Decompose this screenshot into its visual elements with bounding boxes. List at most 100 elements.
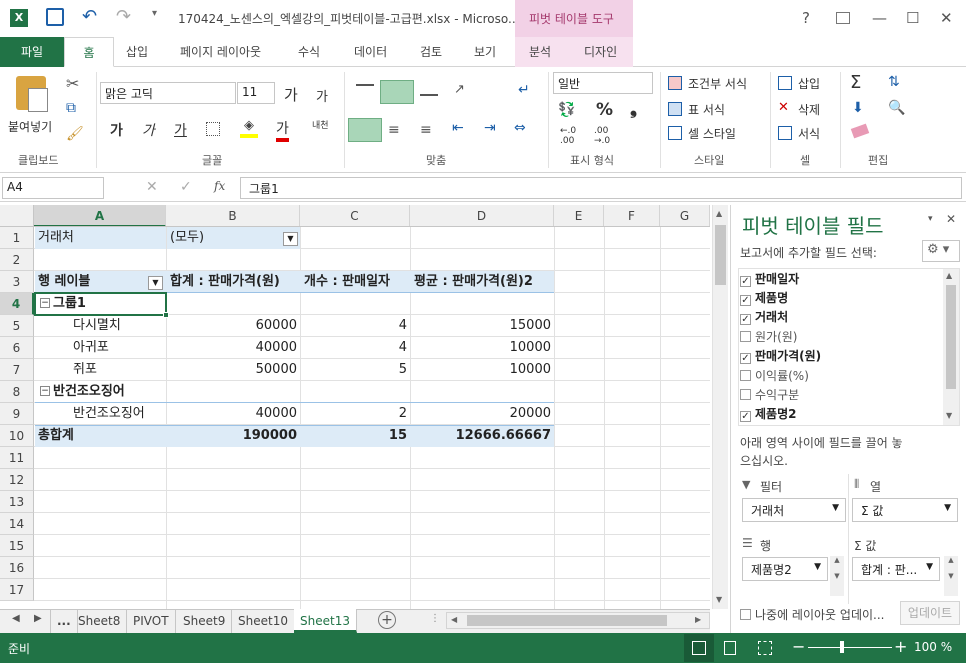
field-item[interactable]: ✓ 판매가격(원) — [740, 347, 821, 366]
vertical-scrollbar[interactable]: ▲ ▼ — [712, 205, 728, 609]
tab-view[interactable]: 보기 — [462, 37, 508, 67]
row-header[interactable]: 8 — [0, 381, 34, 403]
pivot-avg-value[interactable]: 20000 — [411, 403, 554, 425]
comma-style-button[interactable]: ❟ — [630, 98, 637, 119]
dropdown-icon[interactable]: ▼ — [814, 562, 821, 572]
pivot-total-sum[interactable]: 190000 — [167, 425, 300, 447]
collapse-group2-button[interactable]: − — [40, 386, 50, 396]
pane-settings-button[interactable]: ⚙ ▾ — [922, 240, 960, 262]
insert-function-button[interactable]: fx — [214, 179, 225, 193]
pivot-count-value[interactable]: 4 — [301, 315, 410, 337]
column-header-f[interactable]: F — [604, 205, 660, 227]
bold-button[interactable]: 가 — [110, 120, 123, 140]
zoom-slider[interactable] — [808, 647, 892, 648]
number-format-select[interactable]: 일반 — [553, 72, 653, 94]
row-header[interactable]: 5 — [0, 315, 34, 337]
row-header[interactable]: 11 — [0, 447, 34, 469]
tab-file[interactable]: 파일 — [0, 37, 64, 67]
zoom-in-button[interactable]: + — [894, 637, 907, 656]
pivot-total-count[interactable]: 15 — [301, 425, 410, 447]
pivot-total-label[interactable]: 총합계 — [35, 425, 166, 447]
close-button[interactable]: ✕ — [940, 9, 953, 27]
checkbox-unchecked-icon[interactable] — [740, 389, 751, 400]
field-list-scrollbar[interactable]: ▲ ▼ — [943, 269, 959, 425]
quick-access-customize-icon[interactable]: ▾ — [152, 8, 157, 19]
tab-page-layout[interactable]: 페이지 레이아웃 — [168, 37, 273, 67]
worksheet-grid[interactable]: A B C D E F G 1 2 3 4 5 6 7 8 9 10 11 12… — [0, 205, 710, 609]
checkbox-checked-icon[interactable]: ✓ — [740, 353, 751, 364]
row-header[interactable]: 9 — [0, 403, 34, 425]
cut-icon[interactable]: ✂ — [66, 74, 79, 93]
pivot-row-label[interactable]: 다시멸치 — [70, 315, 166, 337]
tab-data[interactable]: 데이터 — [342, 37, 399, 67]
columns-area-item[interactable]: Σ 값 ▼ — [852, 498, 958, 522]
row-header[interactable]: 6 — [0, 337, 34, 359]
grow-font-button[interactable]: 가 — [284, 84, 298, 105]
update-button[interactable]: 업데이트 — [900, 601, 960, 625]
sort-filter-icon[interactable]: ⇅ — [888, 74, 900, 90]
find-select-icon[interactable]: 🔍 — [888, 100, 905, 116]
pivot-count-value[interactable]: 5 — [301, 359, 410, 381]
tab-insert[interactable]: 삽입 — [114, 37, 160, 67]
rows-area-item[interactable]: 제품명2 ▼ — [742, 557, 828, 581]
scroll-tabs-right-icon[interactable]: ▶ — [34, 613, 42, 624]
accounting-format-icon[interactable]: 💱 — [558, 102, 575, 118]
page-layout-view-icon[interactable] — [724, 641, 736, 655]
row-header[interactable]: 4 — [0, 293, 34, 315]
fill-icon[interactable]: ⬇ — [852, 100, 864, 116]
field-item[interactable]: 수익구분 — [740, 386, 799, 405]
shrink-font-button[interactable]: 가 — [316, 86, 328, 105]
pivot-sum-value[interactable]: 40000 — [167, 403, 300, 425]
cell-styles-button[interactable]: 셀 스타일 — [688, 125, 736, 142]
normal-view-button[interactable] — [684, 634, 714, 662]
font-color-button[interactable]: 가 — [276, 118, 289, 142]
zoom-slider-thumb[interactable] — [840, 641, 844, 653]
new-sheet-icon[interactable]: + — [378, 611, 396, 629]
row-header[interactable]: 16 — [0, 557, 34, 579]
horizontal-scrollbar[interactable]: ◀ ▶ — [446, 612, 710, 629]
checkbox-checked-icon[interactable]: ✓ — [740, 276, 751, 287]
checkbox-checked-icon[interactable]: ✓ — [740, 295, 751, 306]
field-item[interactable]: ✓ 판매일자 — [740, 270, 799, 289]
row-header[interactable]: 17 — [0, 579, 34, 601]
pivot-avg-value[interactable]: 15000 — [411, 315, 554, 337]
font-name-select[interactable]: 맑은 고딕 — [100, 82, 236, 104]
wrap-text-icon[interactable]: ↵ — [518, 82, 530, 98]
align-middle-icon[interactable] — [380, 80, 414, 104]
undo-icon[interactable]: ↶ — [82, 6, 97, 27]
pivot-total-avg[interactable]: 12666.66667 — [411, 425, 554, 447]
help-button[interactable]: ? — [802, 9, 810, 27]
row-header[interactable]: 1 — [0, 227, 34, 249]
align-top-icon[interactable] — [356, 84, 374, 96]
pivot-row-label[interactable]: 반건조오징어 — [70, 403, 166, 425]
save-icon[interactable] — [46, 8, 64, 26]
sheet-tab[interactable]: PIVOT — [127, 609, 176, 633]
select-all-corner[interactable] — [0, 205, 34, 227]
merge-center-icon[interactable]: ⇔ — [514, 120, 526, 136]
zoom-level[interactable]: 100 % — [914, 640, 952, 654]
pivot-avg-value[interactable]: 10000 — [411, 359, 554, 381]
name-box[interactable]: A4 — [2, 177, 104, 199]
zoom-out-button[interactable]: − — [792, 637, 805, 656]
pivot-avg-value[interactable]: 10000 — [411, 337, 554, 359]
values-area-item[interactable]: 합계 : 판... ▼ — [852, 557, 940, 581]
row-header[interactable]: 13 — [0, 491, 34, 513]
field-item[interactable]: ✓ 제품명2 — [740, 405, 796, 424]
sheet-tab-active[interactable]: Sheet13 — [294, 609, 357, 633]
pane-close-icon[interactable]: ✕ — [946, 212, 956, 226]
tab-analyze[interactable]: 분석 — [517, 37, 563, 67]
pivot-group-label[interactable]: 반건조오징어 — [50, 381, 166, 403]
align-bottom-icon[interactable] — [420, 84, 438, 96]
field-item[interactable]: 원가(원) — [740, 328, 797, 347]
font-size-select[interactable]: 11 — [237, 82, 275, 104]
checkbox-unchecked-icon[interactable] — [740, 331, 751, 342]
format-painter-icon[interactable]: 🖌 — [66, 126, 84, 142]
checkbox-unchecked-icon[interactable] — [740, 370, 751, 381]
field-item[interactable]: 이익률(%) — [740, 367, 809, 386]
column-header-e[interactable]: E — [554, 205, 604, 227]
checkbox-checked-icon[interactable]: ✓ — [740, 314, 751, 325]
insert-cells-button[interactable]: 삽입 — [798, 75, 820, 92]
format-cells-button[interactable]: 서식 — [798, 125, 820, 142]
row-header[interactable]: 2 — [0, 249, 34, 271]
paste-icon[interactable] — [16, 76, 48, 112]
